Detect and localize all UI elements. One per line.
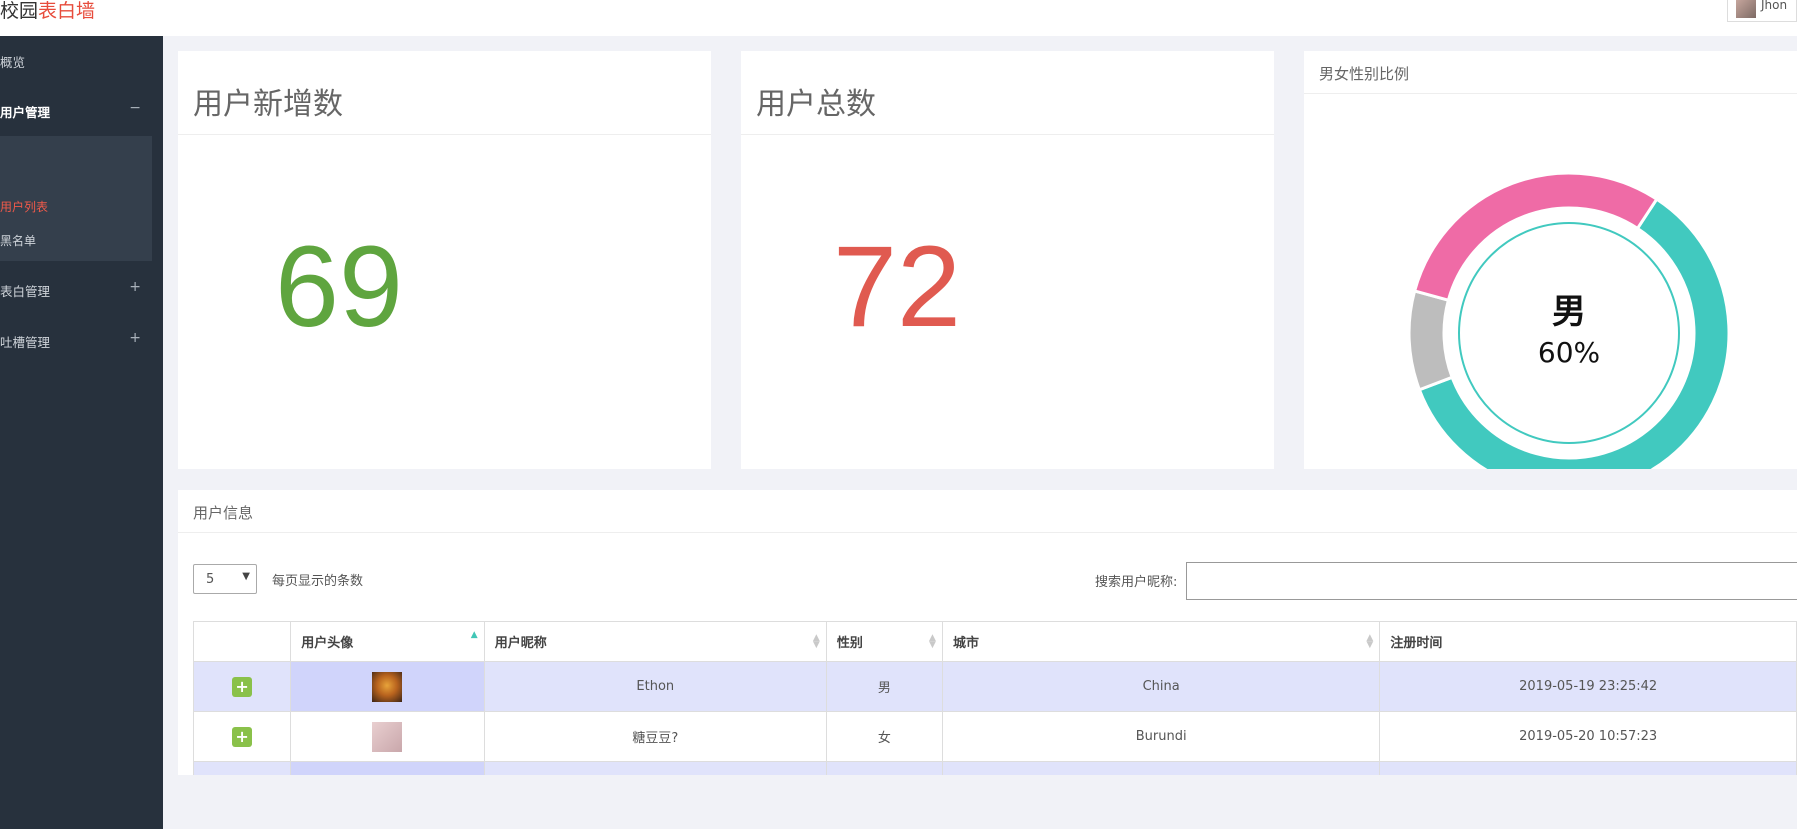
expand-row-button[interactable]: +: [232, 676, 253, 697]
avatar: [372, 671, 403, 702]
sidebar-item-user-management[interactable]: 用户管理 −: [0, 86, 163, 136]
divider: [178, 532, 1797, 533]
sidebar-item-label: 表白管理: [0, 284, 51, 299]
column-header-gender[interactable]: 性别 ▲ ▼: [825, 621, 943, 662]
card-title: 男女性别比例: [1319, 65, 1410, 83]
inner-ring: [1458, 222, 1680, 444]
column-header-label: 用户昵称: [494, 636, 547, 651]
sort-icon: ▲ ▼: [812, 633, 820, 650]
user-menu[interactable]: Jhon: [1727, 0, 1797, 22]
column-header-label: 注册时间: [1390, 636, 1443, 651]
divider: [741, 134, 1274, 135]
table-row: + 糖豆豆? 女 Burundi 2019-05-20 10:57:23: [192, 711, 1797, 762]
column-header-city[interactable]: 城市 ▲ ▼: [941, 621, 1381, 662]
column-header-registered[interactable]: 注册时间: [1379, 621, 1797, 662]
search-input[interactable]: [1186, 562, 1797, 600]
sidebar-item-confession-management[interactable]: 表白管理 +: [0, 265, 163, 315]
sidebar-item-complaint-management[interactable]: 吐槽管理 +: [0, 316, 163, 366]
card-title: 用户总数: [756, 87, 876, 122]
sidebar-subitem-user-list[interactable]: 用户列表: [0, 198, 48, 215]
brand-part1: 校园: [0, 0, 39, 22]
search-label: 搜索用户昵称:: [1095, 575, 1178, 590]
sidebar-item-label: 吐槽管理: [0, 335, 51, 350]
nickname-cell: [483, 761, 827, 775]
column-header-nickname[interactable]: 用户昵称 ▲ ▼: [483, 621, 827, 662]
column-header-expand: [192, 621, 292, 662]
avatar: [1736, 0, 1756, 18]
panel-title: 用户信息: [193, 504, 254, 522]
city-cell: China: [941, 661, 1381, 712]
gender-cell: [825, 761, 943, 775]
expand-cell: +: [192, 661, 292, 712]
column-header-label: 用户头像: [301, 636, 354, 651]
gender-ratio-card: 男女性别比例 男 60%: [1304, 51, 1797, 469]
sort-icon: ▲ ▼: [1366, 633, 1374, 650]
table-header-row: 用户头像 ▲ 用户昵称 ▲ ▼ 性别 ▲ ▼ 城市 ▲ ▼ 注册时间: [192, 621, 1797, 662]
brand-logo[interactable]: 校园表白墙: [0, 0, 95, 23]
column-header-avatar[interactable]: 用户头像 ▲: [290, 621, 485, 662]
new-users-value: 69: [275, 223, 403, 351]
city-cell: Burundi: [941, 711, 1381, 762]
table-row: + Ethon 男 China 2019-05-19 23:25:42: [192, 661, 1797, 712]
avatar: [372, 721, 403, 752]
user-table: 用户头像 ▲ 用户昵称 ▲ ▼ 性别 ▲ ▼ 城市 ▲ ▼ 注册时间 + Ethon 男 Ch…: [192, 621, 1797, 775]
city-cell: [941, 761, 1381, 775]
column-header-label: 性别: [836, 636, 863, 651]
divider: [178, 134, 711, 135]
expand-icon: +: [129, 279, 141, 295]
gender-donut-chart: 男 60%: [1407, 171, 1731, 469]
expand-cell: [192, 761, 292, 775]
nickname-cell: 糖豆豆?: [483, 711, 827, 762]
donut-center-value: 60%: [1538, 336, 1600, 369]
sidebar: 概览 用户管理 − 用户列表 黑名单 表白管理 + 吐槽管理 +: [0, 36, 163, 829]
table-row: [192, 761, 1797, 775]
page-size-value: 5: [206, 572, 215, 587]
gender-cell: 男: [825, 661, 943, 712]
expand-cell: +: [192, 711, 292, 762]
sort-icon: ▲ ▼: [929, 633, 936, 650]
sidebar-submenu: 用户列表 黑名单: [0, 136, 152, 261]
user-name: Jhon: [1761, 0, 1788, 12]
per-page-label: 每页显示的条数: [272, 574, 364, 589]
column-header-label: 城市: [952, 636, 979, 651]
nickname-cell: Ethon: [483, 661, 827, 712]
avatar-cell: [290, 761, 485, 775]
donut-slice-1[interactable]: [1407, 289, 1455, 392]
brand-part2: 表白墙: [38, 0, 96, 22]
sidebar-item-label: 用户管理: [0, 105, 51, 120]
total-users-card: 用户总数 72: [741, 51, 1274, 469]
expand-icon: +: [129, 330, 141, 346]
user-info-panel: 用户信息 5 ▼ 每页显示的条数 搜索用户昵称: 用户头像 ▲ 用户昵称 ▲ ▼ 性别…: [178, 490, 1797, 775]
card-title: 用户新增数: [193, 87, 343, 122]
registered-cell: 2019-05-19 23:25:42: [1379, 661, 1797, 712]
collapse-icon: −: [129, 100, 141, 116]
page-size-select[interactable]: 5 ▼: [193, 564, 257, 594]
expand-row-button[interactable]: +: [232, 726, 253, 747]
registered-cell: [1379, 761, 1797, 775]
donut-center-label: 男: [1552, 292, 1586, 332]
sort-asc-icon: ▲: [470, 630, 478, 640]
sidebar-subitem-blacklist[interactable]: 黑名单: [0, 232, 36, 249]
avatar-cell: [290, 711, 485, 762]
total-users-value: 72: [833, 223, 961, 351]
registered-cell: 2019-05-20 10:57:23: [1379, 711, 1797, 762]
new-users-card: 用户新增数 69: [178, 51, 711, 469]
gender-cell: 女: [825, 711, 943, 762]
chevron-down-icon: ▼: [242, 571, 250, 582]
top-bar: 校园表白墙 Jhon: [0, 0, 1797, 36]
avatar-cell: [290, 661, 485, 712]
